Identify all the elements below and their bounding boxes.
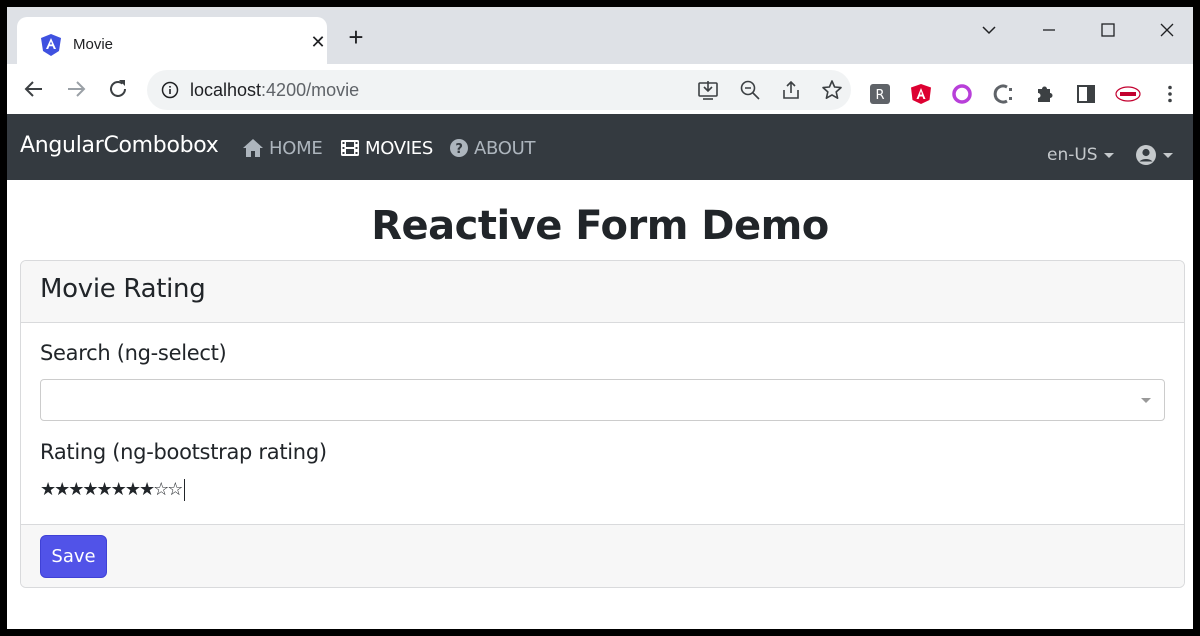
profile-logo-icon[interactable] [1115, 83, 1141, 105]
search-label: Search (ng-select) [40, 341, 227, 365]
angular-extension-icon[interactable] [910, 83, 932, 105]
tab-close-icon[interactable]: ✕ [309, 34, 327, 52]
app-navbar: AngularCombobox HOME MOVIES ? ABOUT en-U… [7, 114, 1193, 180]
home-icon [243, 139, 263, 157]
forward-button[interactable] [64, 77, 88, 101]
close-icon [1160, 23, 1174, 37]
user-menu-dropdown[interactable] [1135, 144, 1173, 166]
angular-shield-icon [41, 34, 61, 56]
user-circle-icon [1136, 145, 1156, 165]
rating-label: Rating (ng-bootstrap rating) [40, 440, 327, 464]
arrow-right-icon [68, 81, 86, 97]
brand-link[interactable]: AngularCombobox [20, 133, 219, 158]
tab-strip: Movie ✕ + [7, 7, 1193, 64]
nav-link-about[interactable]: ? ABOUT [449, 137, 535, 159]
star-rating[interactable]: ★★★★★★★★☆☆ [40, 479, 186, 501]
page-title: Reactive Form Demo [371, 203, 829, 249]
film-icon [341, 140, 359, 156]
language-dropdown[interactable]: en-US [1047, 145, 1114, 165]
svg-text:?: ? [455, 142, 462, 157]
caret-down-icon [1103, 152, 1114, 158]
maximize-icon [1101, 23, 1115, 37]
close-window-button[interactable] [1147, 15, 1187, 45]
c-extension-icon[interactable] [993, 83, 1015, 105]
movie-rating-card: Movie Rating Search (ng-select) Rating (… [20, 260, 1185, 588]
reload-button[interactable] [106, 77, 130, 101]
browser-tab[interactable]: Movie ✕ [17, 17, 327, 64]
card-title: Movie Rating [40, 274, 206, 304]
r-extension-icon[interactable]: R [869, 83, 891, 105]
share-icon[interactable] [780, 79, 802, 101]
chevron-down-icon [982, 26, 996, 35]
back-button[interactable] [22, 77, 46, 101]
card-header: Movie Rating [21, 261, 1184, 323]
minimize-button[interactable] [1029, 15, 1069, 45]
movie-search-select[interactable] [40, 379, 1165, 421]
svg-text:R: R [875, 88, 884, 103]
url-text: localhost:4200/movie [190, 80, 359, 101]
reload-icon [110, 80, 126, 97]
zoom-out-icon[interactable] [739, 79, 761, 101]
rating-stars[interactable]: ★★★★★★★★☆☆ [40, 479, 183, 500]
browser-window: Movie ✕ + localhost:4200/movie R Angular… [7, 7, 1193, 629]
question-icon: ? [450, 139, 468, 157]
redux-extension-icon[interactable] [951, 83, 973, 105]
side-panel-icon[interactable] [1075, 83, 1097, 105]
nav-link-movies[interactable]: MOVIES [340, 137, 433, 159]
arrow-left-icon [24, 81, 42, 97]
dropdown-arrow-icon[interactable] [1141, 398, 1151, 403]
menu-kebab-icon[interactable] [1159, 83, 1181, 105]
nav-link-label: HOME [269, 137, 323, 159]
info-icon[interactable] [161, 81, 179, 99]
address-bar[interactable]: localhost:4200/movie [147, 70, 851, 110]
browser-toolbar: localhost:4200/movie R [7, 64, 1193, 114]
nav-link-label: MOVIES [365, 137, 434, 159]
maximize-button[interactable] [1088, 15, 1128, 45]
url-path: :4200/movie [261, 80, 360, 100]
language-label: en-US [1047, 145, 1098, 165]
card-footer: Save [21, 524, 1184, 587]
nav-link-home[interactable]: HOME [242, 137, 323, 159]
bookmark-star-icon[interactable] [821, 79, 843, 101]
save-button[interactable]: Save [40, 535, 107, 578]
puzzle-extensions-icon[interactable] [1034, 83, 1056, 105]
url-host: localhost [190, 80, 262, 100]
text-cursor [184, 479, 186, 501]
new-tab-button[interactable]: + [342, 23, 370, 51]
caret-down-icon [1163, 152, 1173, 158]
tab-title: Movie [73, 36, 114, 53]
nav-link-label: ABOUT [474, 137, 536, 159]
tab-search-button[interactable] [969, 15, 1009, 45]
install-app-icon[interactable] [697, 79, 719, 101]
minimize-icon [1043, 29, 1055, 31]
